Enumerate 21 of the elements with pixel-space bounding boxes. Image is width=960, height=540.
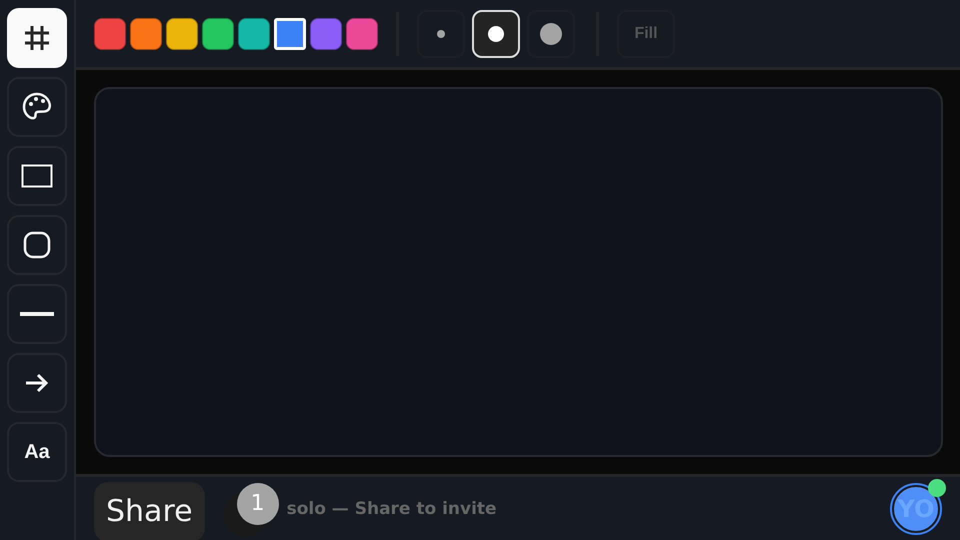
arrow-tool-button[interactable] — [7, 353, 67, 413]
color-swatch[interactable] — [130, 18, 162, 50]
status-text: solo — Share to invite — [286, 498, 497, 518]
user-count-badge: 1 — [236, 482, 279, 524]
grid-icon — [22, 23, 52, 53]
grid-tool-button[interactable] — [7, 8, 67, 68]
ellipse-tool-button[interactable] — [7, 215, 67, 275]
rect-tool-button[interactable] — [7, 146, 67, 206]
color-swatch[interactable] — [238, 18, 270, 50]
line-tool-button[interactable] — [7, 284, 67, 344]
color-swatch[interactable] — [346, 18, 378, 50]
share-button[interactable]: Share — [94, 482, 205, 540]
rounded-shape-icon — [23, 231, 51, 259]
rectangle-icon — [21, 164, 53, 188]
color-swatch[interactable] — [166, 18, 198, 50]
brush-size-button[interactable] — [527, 10, 575, 58]
text-tool-button[interactable]: Aa — [7, 422, 67, 482]
palette-tool-button[interactable] — [7, 77, 67, 137]
color-swatch[interactable] — [94, 18, 126, 50]
color-swatch[interactable] — [202, 18, 234, 50]
color-swatch[interactable] — [310, 18, 342, 50]
